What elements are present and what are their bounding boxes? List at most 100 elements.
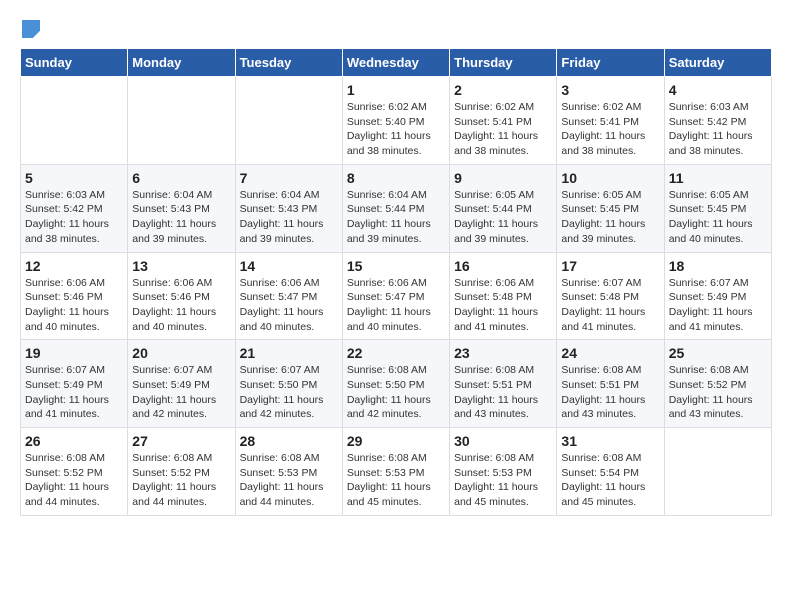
day-info: Sunrise: 6:05 AM Sunset: 5:44 PM Dayligh… (454, 188, 552, 247)
day-info: Sunrise: 6:04 AM Sunset: 5:43 PM Dayligh… (132, 188, 230, 247)
calendar-cell: 3 Sunrise: 6:02 AM Sunset: 5:41 PM Daylig… (557, 77, 664, 165)
calendar-week-row: 12 Sunrise: 6:06 AM Sunset: 5:46 PM Dayli… (21, 252, 772, 340)
day-number: 5 (25, 170, 123, 186)
calendar-cell: 12 Sunrise: 6:06 AM Sunset: 5:46 PM Dayli… (21, 252, 128, 340)
calendar-cell: 7 Sunrise: 6:04 AM Sunset: 5:43 PM Daylig… (235, 164, 342, 252)
day-number: 10 (561, 170, 659, 186)
calendar-cell: 24 Sunrise: 6:08 AM Sunset: 5:51 PM Dayli… (557, 340, 664, 428)
calendar-cell: 2 Sunrise: 6:02 AM Sunset: 5:41 PM Daylig… (450, 77, 557, 165)
day-info: Sunrise: 6:08 AM Sunset: 5:52 PM Dayligh… (669, 363, 767, 422)
day-info: Sunrise: 6:07 AM Sunset: 5:49 PM Dayligh… (132, 363, 230, 422)
calendar-cell: 16 Sunrise: 6:06 AM Sunset: 5:48 PM Dayli… (450, 252, 557, 340)
calendar-body: 1 Sunrise: 6:02 AM Sunset: 5:40 PM Daylig… (21, 77, 772, 516)
calendar-cell: 29 Sunrise: 6:08 AM Sunset: 5:53 PM Dayli… (342, 428, 449, 516)
day-number: 28 (240, 433, 338, 449)
day-number: 4 (669, 82, 767, 98)
day-info: Sunrise: 6:08 AM Sunset: 5:52 PM Dayligh… (132, 451, 230, 510)
day-info: Sunrise: 6:06 AM Sunset: 5:48 PM Dayligh… (454, 276, 552, 335)
day-number: 6 (132, 170, 230, 186)
calendar-cell: 30Sunrise: 6:08 AM Sunset: 5:53 PM Dayli… (450, 428, 557, 516)
day-number: 15 (347, 258, 445, 274)
day-info: Sunrise: 6:06 AM Sunset: 5:47 PM Dayligh… (347, 276, 445, 335)
day-number: 21 (240, 345, 338, 361)
calendar-cell: 23 Sunrise: 6:08 AM Sunset: 5:51 PM Dayli… (450, 340, 557, 428)
calendar-cell: 27 Sunrise: 6:08 AM Sunset: 5:52 PM Dayli… (128, 428, 235, 516)
calendar-cell (664, 428, 771, 516)
calendar-cell: 10Sunrise: 6:05 AM Sunset: 5:45 PM Dayli… (557, 164, 664, 252)
day-number: 24 (561, 345, 659, 361)
day-info: Sunrise: 6:02 AM Sunset: 5:41 PM Dayligh… (561, 100, 659, 159)
calendar-week-row: 1 Sunrise: 6:02 AM Sunset: 5:40 PM Daylig… (21, 77, 772, 165)
day-info: Sunrise: 6:07 AM Sunset: 5:49 PM Dayligh… (669, 276, 767, 335)
logo-icon (22, 20, 40, 38)
calendar-cell: 4 Sunrise: 6:03 AM Sunset: 5:42 PM Daylig… (664, 77, 771, 165)
day-number: 8 (347, 170, 445, 186)
calendar-cell: 5 Sunrise: 6:03 AM Sunset: 5:42 PM Daylig… (21, 164, 128, 252)
day-of-week-header: Monday (128, 49, 235, 77)
day-number: 7 (240, 170, 338, 186)
day-info: Sunrise: 6:08 AM Sunset: 5:50 PM Dayligh… (347, 363, 445, 422)
day-info: Sunrise: 6:08 AM Sunset: 5:51 PM Dayligh… (561, 363, 659, 422)
day-info: Sunrise: 6:03 AM Sunset: 5:42 PM Dayligh… (669, 100, 767, 159)
day-number: 1 (347, 82, 445, 98)
calendar-cell: 31 Sunrise: 6:08 AM Sunset: 5:54 PM Dayli… (557, 428, 664, 516)
calendar-cell: 25 Sunrise: 6:08 AM Sunset: 5:52 PM Dayli… (664, 340, 771, 428)
day-info: Sunrise: 6:07 AM Sunset: 5:49 PM Dayligh… (25, 363, 123, 422)
day-info: Sunrise: 6:08 AM Sunset: 5:53 PM Dayligh… (454, 451, 552, 510)
calendar-week-row: 26 Sunrise: 6:08 AM Sunset: 5:52 PM Dayli… (21, 428, 772, 516)
day-of-week-row: SundayMondayTuesdayWednesdayThursdayFrid… (21, 49, 772, 77)
day-info: Sunrise: 6:08 AM Sunset: 5:51 PM Dayligh… (454, 363, 552, 422)
day-info: Sunrise: 6:08 AM Sunset: 5:52 PM Dayligh… (25, 451, 123, 510)
logo (20, 20, 40, 38)
day-info: Sunrise: 6:08 AM Sunset: 5:54 PM Dayligh… (561, 451, 659, 510)
calendar-cell (235, 77, 342, 165)
day-info: Sunrise: 6:02 AM Sunset: 5:41 PM Dayligh… (454, 100, 552, 159)
day-number: 31 (561, 433, 659, 449)
day-info: Sunrise: 6:04 AM Sunset: 5:43 PM Dayligh… (240, 188, 338, 247)
day-info: Sunrise: 6:06 AM Sunset: 5:46 PM Dayligh… (25, 276, 123, 335)
day-info: Sunrise: 6:03 AM Sunset: 5:42 PM Dayligh… (25, 188, 123, 247)
calendar-cell: 13Sunrise: 6:06 AM Sunset: 5:46 PM Dayli… (128, 252, 235, 340)
day-number: 20 (132, 345, 230, 361)
day-number: 14 (240, 258, 338, 274)
calendar-week-row: 19 Sunrise: 6:07 AM Sunset: 5:49 PM Dayli… (21, 340, 772, 428)
day-number: 2 (454, 82, 552, 98)
day-number: 3 (561, 82, 659, 98)
day-of-week-header: Thursday (450, 49, 557, 77)
day-of-week-header: Sunday (21, 49, 128, 77)
day-number: 22 (347, 345, 445, 361)
day-number: 13 (132, 258, 230, 274)
calendar-cell: 9 Sunrise: 6:05 AM Sunset: 5:44 PM Daylig… (450, 164, 557, 252)
day-number: 23 (454, 345, 552, 361)
day-info: Sunrise: 6:02 AM Sunset: 5:40 PM Dayligh… (347, 100, 445, 159)
day-info: Sunrise: 6:08 AM Sunset: 5:53 PM Dayligh… (347, 451, 445, 510)
day-of-week-header: Tuesday (235, 49, 342, 77)
day-number: 12 (25, 258, 123, 274)
day-info: Sunrise: 6:07 AM Sunset: 5:48 PM Dayligh… (561, 276, 659, 335)
calendar-cell: 11 Sunrise: 6:05 AM Sunset: 5:45 PM Dayli… (664, 164, 771, 252)
day-info: Sunrise: 6:07 AM Sunset: 5:50 PM Dayligh… (240, 363, 338, 422)
day-info: Sunrise: 6:06 AM Sunset: 5:47 PM Dayligh… (240, 276, 338, 335)
calendar-cell: 18Sunrise: 6:07 AM Sunset: 5:49 PM Dayli… (664, 252, 771, 340)
calendar-cell: 15 Sunrise: 6:06 AM Sunset: 5:47 PM Dayli… (342, 252, 449, 340)
day-number: 26 (25, 433, 123, 449)
calendar-cell: 26 Sunrise: 6:08 AM Sunset: 5:52 PM Dayli… (21, 428, 128, 516)
calendar-cell (128, 77, 235, 165)
calendar-cell (21, 77, 128, 165)
day-number: 16 (454, 258, 552, 274)
day-number: 19 (25, 345, 123, 361)
day-number: 27 (132, 433, 230, 449)
day-of-week-header: Saturday (664, 49, 771, 77)
day-number: 9 (454, 170, 552, 186)
day-info: Sunrise: 6:05 AM Sunset: 5:45 PM Dayligh… (669, 188, 767, 247)
calendar-cell: 20 Sunrise: 6:07 AM Sunset: 5:49 PM Dayli… (128, 340, 235, 428)
calendar-cell: 6 Sunrise: 6:04 AM Sunset: 5:43 PM Daylig… (128, 164, 235, 252)
calendar-cell: 17Sunrise: 6:07 AM Sunset: 5:48 PM Dayli… (557, 252, 664, 340)
day-number: 25 (669, 345, 767, 361)
calendar-cell: 1 Sunrise: 6:02 AM Sunset: 5:40 PM Daylig… (342, 77, 449, 165)
calendar-cell: 28 Sunrise: 6:08 AM Sunset: 5:53 PM Dayli… (235, 428, 342, 516)
day-number: 11 (669, 170, 767, 186)
day-info: Sunrise: 6:04 AM Sunset: 5:44 PM Dayligh… (347, 188, 445, 247)
day-number: 29 (347, 433, 445, 449)
day-info: Sunrise: 6:08 AM Sunset: 5:53 PM Dayligh… (240, 451, 338, 510)
